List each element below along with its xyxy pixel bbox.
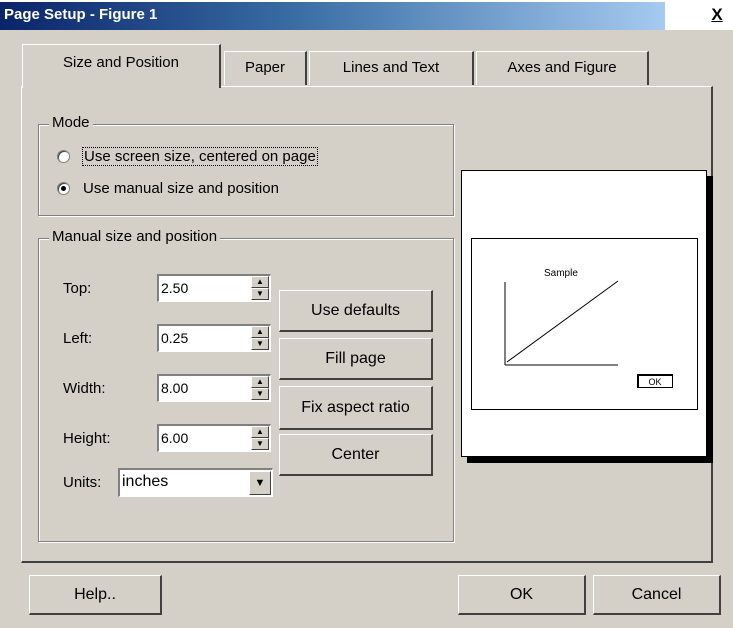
tab-label: Size and Position (63, 54, 179, 71)
preview-ok-button: OK (637, 374, 673, 388)
cancel-button[interactable]: Cancel (593, 575, 721, 615)
preview-sample-title: Sample (544, 268, 578, 279)
ok-button[interactable]: OK (458, 575, 586, 615)
help-button[interactable]: Help.. (29, 575, 162, 615)
page-setup-dialog: Page Setup - Figure 1 X Size and Positio… (0, 0, 733, 628)
tab-size-and-position[interactable]: Size and Position (22, 44, 221, 88)
preview-plot-lines (504, 280, 619, 366)
